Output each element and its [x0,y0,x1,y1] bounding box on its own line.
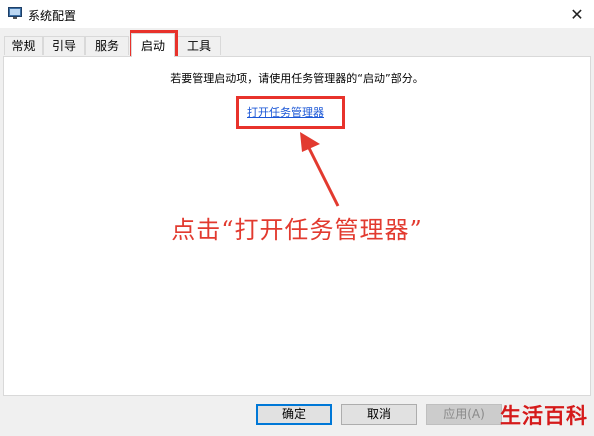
open-task-manager-link[interactable]: 打开任务管理器 [247,104,324,120]
tab-boot[interactable]: 引导 [43,36,85,55]
tab-startup[interactable]: 启动 [131,33,175,57]
window-title: 系统配置 [28,9,77,23]
tab-services[interactable]: 服务 [85,36,129,55]
tab-tools[interactable]: 工具 [177,36,221,55]
cancel-button[interactable]: 取消 [341,404,417,425]
apply-button[interactable]: 应用(A) [426,404,502,425]
startup-hint-text: 若要管理启动项，请使用任务管理器的“启动”部分。 [170,72,424,85]
watermark-logo: 生活百科 [500,403,588,428]
tab-general[interactable]: 常规 [4,36,43,55]
annotation-arrow-icon [300,132,340,207]
annotation-text: 点击“打开任务管理器” [171,216,423,244]
ok-button[interactable]: 确定 [256,404,332,425]
tab-strip: 常规 引导 服务 启动 工具 [0,33,594,57]
close-icon: ✕ [570,4,584,24]
close-button[interactable]: ✕ [560,0,594,28]
system-config-icon [8,7,22,19]
title-bar: 系统配置 ✕ [0,0,594,28]
